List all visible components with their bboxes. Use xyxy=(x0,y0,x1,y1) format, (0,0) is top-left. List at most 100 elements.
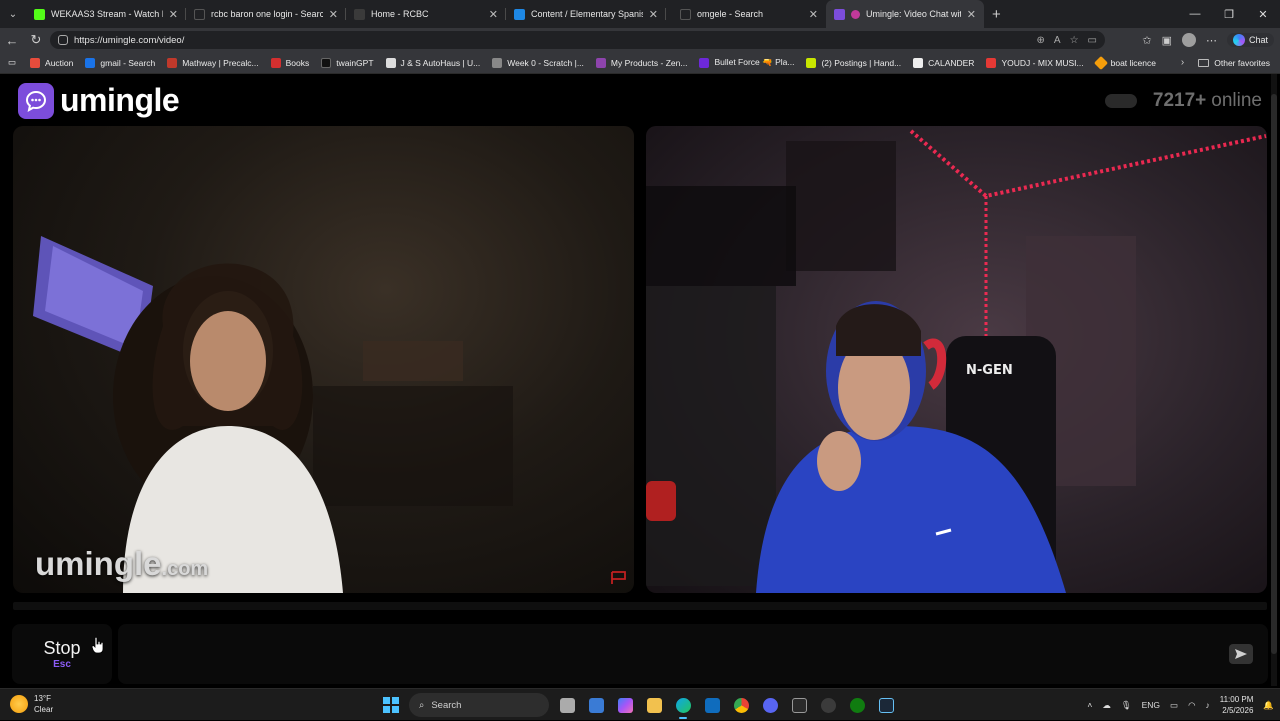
site-info-icon[interactable] xyxy=(58,35,68,45)
onedrive-cloud-icon[interactable]: ☁ xyxy=(1102,700,1111,711)
stop-button[interactable]: Stop Esc xyxy=(12,624,112,684)
close-tab-icon[interactable]: ✕ xyxy=(967,8,976,21)
language-indicator[interactable]: ENG xyxy=(1142,700,1160,710)
read-aloud-icon[interactable]: A xyxy=(1054,35,1061,46)
steam-overlay-icon[interactable] xyxy=(817,694,839,716)
self-video: N-GEN xyxy=(646,126,1267,593)
copilot-chat-button[interactable]: Chat xyxy=(1226,33,1274,47)
back-icon[interactable]: ← xyxy=(0,28,24,52)
bookmark-item[interactable]: Auction xyxy=(30,57,73,68)
store-icon[interactable] xyxy=(585,694,607,716)
taskbar-search-label: Search xyxy=(431,699,462,711)
other-favorites[interactable]: Other favorites xyxy=(1198,58,1270,68)
search-favicon-icon xyxy=(680,8,691,20)
chat-message-input[interactable] xyxy=(118,624,1268,684)
bookmark-item[interactable]: Week 0 - Scratch |... xyxy=(492,57,584,68)
steam-icon[interactable] xyxy=(875,694,897,716)
file-explorer-icon[interactable] xyxy=(643,694,665,716)
bookmark-favicon-icon xyxy=(913,57,924,68)
bookmark-item[interactable]: Mathway | Precalc... xyxy=(167,57,259,68)
split-screen-icon[interactable]: ▣ xyxy=(1162,34,1172,47)
bookmark-item[interactable]: CALANDER xyxy=(913,57,974,68)
bookmark-label: Bullet Force 🔫 Pla... xyxy=(714,57,795,67)
restore-icon[interactable]: ❐ xyxy=(1212,0,1246,28)
xbox-icon[interactable] xyxy=(846,694,868,716)
bookmark-item[interactable]: boat licence xyxy=(1093,55,1156,70)
bookmark-favicon-icon xyxy=(1093,55,1108,70)
tab-search-icon[interactable]: ⌄ xyxy=(0,0,26,28)
bookmark-favicon-icon xyxy=(385,57,396,68)
bookmark-item[interactable]: twainGPT xyxy=(321,57,374,68)
bookmark-favicon-icon xyxy=(595,57,606,68)
bookmark-collections-icon[interactable]: ▭ xyxy=(8,57,16,68)
close-tab-icon[interactable]: ✕ xyxy=(809,8,818,21)
tab-2[interactable]: rcbc baron one login - Search ✕ xyxy=(186,0,346,28)
clock[interactable]: 11:00 PM 2/5/2026 xyxy=(1220,694,1254,716)
address-bar: ← ↻ https://umingle.com/video/ ⊕ A ☆ ▭ ✩… xyxy=(0,28,1280,52)
tab-4-title: Content / Elementary Spanish I (S xyxy=(531,9,643,19)
microphone-icon[interactable]: 🎙 xyxy=(1121,700,1132,711)
chair-brand-text: N-GEN xyxy=(966,363,1013,378)
profile-avatar-icon[interactable] xyxy=(1181,33,1196,47)
taskbar-search[interactable]: ⌕ Search xyxy=(409,693,549,717)
copilot-app-icon[interactable] xyxy=(614,694,636,716)
bookmark-favicon-icon xyxy=(699,57,710,68)
theme-toggle[interactable] xyxy=(1104,94,1137,108)
report-flag-icon[interactable] xyxy=(610,571,628,585)
edge-browser-icon[interactable] xyxy=(672,694,694,719)
new-tab-icon[interactable]: + xyxy=(992,6,1001,23)
page-scrollbar-thumb[interactable] xyxy=(1271,94,1277,654)
bookmark-label: J & S AutoHaus | U... xyxy=(400,57,481,68)
brand[interactable]: umingle xyxy=(18,82,180,119)
close-tab-icon[interactable]: ✕ xyxy=(169,8,178,21)
favorite-star-icon[interactable]: ☆ xyxy=(1070,35,1079,46)
close-window-icon[interactable]: ✕ xyxy=(1246,0,1280,28)
bookmark-label: Mathway | Precalc... xyxy=(182,57,259,68)
discord-icon[interactable] xyxy=(759,694,781,716)
notifications-icon[interactable]: 🔔 xyxy=(1263,700,1274,711)
send-button[interactable] xyxy=(1229,644,1253,664)
chrome-icon[interactable] xyxy=(730,694,752,716)
toolbar-right: ✩ ▣ ⋯ Chat xyxy=(1142,28,1280,52)
display-icon[interactable]: ▭ xyxy=(1170,700,1178,711)
stop-shortcut: Esc xyxy=(53,658,71,670)
bookmark-favicon-icon xyxy=(85,57,96,68)
bookmark-item[interactable]: gmail - Search xyxy=(85,57,155,68)
tab-6-active[interactable]: Umingle: Video Chat with Stra ✕ xyxy=(826,0,984,28)
umingle-favicon-icon xyxy=(834,8,845,20)
close-tab-icon[interactable]: ✕ xyxy=(649,8,658,21)
close-tab-icon[interactable]: ✕ xyxy=(329,8,338,21)
epic-games-icon[interactable] xyxy=(788,694,810,716)
task-view-icon[interactable] xyxy=(556,694,578,716)
bookmark-item[interactable]: My Products - Zen... xyxy=(595,57,687,68)
bookmark-item[interactable]: Books xyxy=(270,57,309,68)
volume-icon[interactable]: ♪ xyxy=(1206,700,1210,710)
bookmark-item[interactable]: Bullet Force 🔫 Pla... xyxy=(699,57,794,68)
weather-widget[interactable]: 13°F Clear xyxy=(10,693,53,715)
tab-1[interactable]: WEKAAS3 Stream - Watch Live on ✕ xyxy=(26,0,186,28)
tab-3[interactable]: Home - RCBC ✕ xyxy=(346,0,506,28)
tab-4[interactable]: Content / Elementary Spanish I (S ✕ xyxy=(506,0,666,28)
url-field[interactable]: https://umingle.com/video/ ⊕ A ☆ ▭ xyxy=(50,31,1105,49)
tab-5[interactable]: omgele - Search ✕ xyxy=(666,0,826,28)
bookmark-item[interactable]: (2) Postings | Hand... xyxy=(806,57,901,68)
minimize-icon[interactable]: — xyxy=(1178,0,1212,28)
extensions-icon[interactable]: ▭ xyxy=(1088,35,1097,46)
more-menu-icon[interactable]: ⋯ xyxy=(1206,34,1217,47)
bookmark-item[interactable]: YOUDJ - MIX MUSI... xyxy=(986,57,1084,68)
chevron-up-icon[interactable]: ˄ xyxy=(1087,700,1092,710)
wifi-icon[interactable]: ◠ xyxy=(1188,700,1195,711)
bookmark-label: Week 0 - Scratch |... xyxy=(507,57,584,68)
zoom-icon[interactable]: ⊕ xyxy=(1037,35,1045,46)
tab-3-title: Home - RCBC xyxy=(371,9,429,19)
refresh-icon[interactable]: ↻ xyxy=(24,28,48,52)
folder-icon xyxy=(1198,58,1210,67)
start-button[interactable] xyxy=(380,694,402,716)
system-tray: ˄ ☁ 🎙 ENG ▭ ◠ ♪ 11:00 PM 2/5/2026 🔔 xyxy=(1087,689,1274,721)
bookmark-item[interactable]: J & S AutoHaus | U... xyxy=(385,57,481,68)
chevron-right-icon[interactable]: › xyxy=(1181,57,1184,68)
favorites-icon[interactable]: ✩ xyxy=(1142,34,1151,47)
close-tab-icon[interactable]: ✕ xyxy=(489,8,498,21)
weather-condition: Clear xyxy=(34,705,54,714)
outlook-icon[interactable] xyxy=(701,694,723,716)
